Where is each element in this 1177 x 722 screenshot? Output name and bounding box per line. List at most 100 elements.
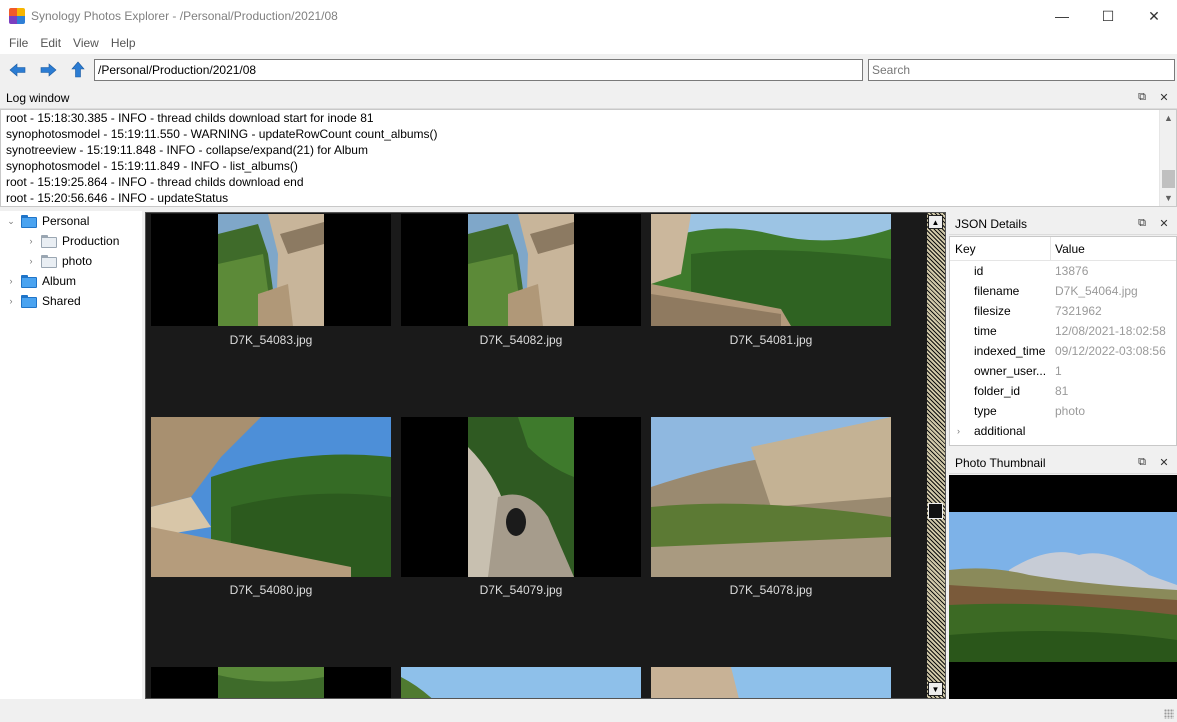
json-details-header: JSON Details ⧉ ✕ — [949, 213, 1177, 235]
menu-file[interactable]: File — [3, 36, 34, 50]
json-key: owner_user... — [974, 364, 1047, 378]
json-row[interactable]: id 13876 — [950, 261, 1176, 281]
log-scrollbar[interactable]: ▲ ▼ — [1159, 110, 1176, 206]
minimize-button[interactable]: — — [1039, 0, 1085, 32]
arrow-right-icon — [40, 63, 57, 77]
close-icon[interactable]: ✕ — [1157, 455, 1171, 469]
float-icon[interactable]: ⧉ — [1135, 455, 1149, 469]
json-key: indexed_time — [974, 344, 1046, 358]
json-row[interactable]: indexed_time 09/12/2022-03:08:56 — [950, 341, 1176, 361]
json-value: 81 — [1055, 384, 1069, 398]
scroll-up-icon[interactable]: ▲ — [928, 215, 943, 229]
scroll-thumb[interactable] — [1162, 170, 1175, 188]
photo-filename: D7K_54079.jpg — [479, 583, 563, 597]
chevron-right-icon[interactable]: › — [957, 426, 960, 436]
close-icon[interactable]: ✕ — [1157, 216, 1171, 230]
json-key: folder_id — [974, 384, 1021, 398]
photo-thumbnail[interactable] — [401, 667, 641, 698]
photo-image — [651, 417, 891, 577]
json-row[interactable]: › additional — [950, 421, 1176, 441]
forward-button[interactable] — [38, 60, 58, 80]
close-icon[interactable]: ✕ — [1157, 90, 1171, 104]
photo-thumbnail[interactable] — [651, 214, 891, 326]
photo-thumbnail[interactable] — [151, 214, 391, 326]
json-column-headers: Key Value — [950, 236, 1176, 261]
json-key: filesize — [974, 304, 1011, 318]
json-value: 7321962 — [1055, 304, 1102, 318]
tree-item-production[interactable]: › Production — [0, 231, 142, 251]
photo-filename: D7K_54082.jpg — [479, 333, 563, 347]
json-key: type — [974, 404, 997, 418]
back-button[interactable] — [8, 60, 28, 80]
menu-edit[interactable]: Edit — [34, 36, 67, 50]
gallery-scrollbar[interactable]: ▲ ▼ — [927, 213, 945, 698]
float-icon[interactable]: ⧉ — [1135, 216, 1149, 230]
window-title: Synology Photos Explorer - /Personal/Pro… — [31, 9, 338, 23]
toolbar — [0, 54, 1177, 86]
photo-image — [651, 214, 891, 326]
search-input[interactable] — [868, 59, 1175, 81]
column-header-value[interactable]: Value — [1051, 242, 1085, 256]
log-line: synotreeview - 15:19:11.848 - INFO - col… — [6, 143, 368, 157]
scroll-down-icon[interactable]: ▼ — [928, 682, 943, 696]
close-window-button[interactable]: ✕ — [1131, 0, 1177, 32]
json-details-title: JSON Details — [955, 216, 1028, 231]
scroll-up-icon[interactable]: ▲ — [1160, 110, 1176, 126]
title-bar: Synology Photos Explorer - /Personal/Pro… — [0, 0, 1177, 32]
photo-thumbnail-header: Photo Thumbnail ⧉ ✕ — [949, 452, 1177, 474]
tree-item-shared[interactable]: › Shared — [0, 291, 142, 311]
json-key: id — [974, 264, 984, 278]
scroll-down-icon[interactable]: ▼ — [1160, 190, 1176, 206]
json-row[interactable]: filename D7K_54064.jpg — [950, 281, 1176, 301]
tree-item-photo[interactable]: › photo — [0, 251, 142, 271]
json-row[interactable]: owner_user... 1 — [950, 361, 1176, 381]
json-details-table[interactable]: Key Value id 13876 filename D7K_54064.jpg … — [949, 236, 1177, 446]
tree-item-label: Production — [62, 234, 120, 248]
json-key: filename — [974, 284, 1020, 298]
photo-thumbnail[interactable] — [151, 417, 391, 577]
log-window-title: Log window — [6, 90, 70, 105]
float-icon[interactable]: ⧉ — [1135, 90, 1149, 104]
chevron-right-icon[interactable]: › — [5, 275, 17, 287]
photo-thumbnail[interactable] — [651, 667, 891, 698]
maximize-button[interactable]: ☐ — [1085, 0, 1131, 32]
photo-thumbnail[interactable] — [401, 417, 641, 577]
chevron-right-icon[interactable]: › — [25, 255, 37, 267]
menu-view[interactable]: View — [67, 36, 105, 50]
resize-grip-icon[interactable] — [1164, 709, 1174, 719]
photo-image — [218, 214, 324, 326]
json-row[interactable]: time 12/08/2021-18:02:58 — [950, 321, 1176, 341]
photo-gallery[interactable]: D7K_54083.jpg D7K_54082.jpg D7K_54081.jp… — [145, 212, 946, 699]
menu-help[interactable]: Help — [105, 36, 142, 50]
folder-icon — [21, 274, 37, 288]
tree-item-label: photo — [62, 254, 93, 268]
json-key: additional — [974, 424, 1026, 438]
photo-thumbnail[interactable] — [401, 214, 641, 326]
chevron-right-icon[interactable]: › — [5, 295, 17, 307]
photo-thumbnail[interactable] — [151, 667, 391, 698]
json-key: time — [974, 324, 997, 338]
status-bar — [0, 700, 1177, 722]
chevron-down-icon[interactable]: ⌄ — [5, 215, 17, 227]
photo-image — [468, 417, 574, 577]
tree-item-album[interactable]: › Album — [0, 271, 142, 291]
tree-item-label: Album — [42, 274, 77, 288]
json-value: 09/12/2022-03:08:56 — [1055, 344, 1166, 358]
json-value: photo — [1055, 404, 1086, 418]
tree-item-personal[interactable]: ⌄ Personal — [0, 211, 142, 231]
column-header-key[interactable]: Key — [950, 236, 1051, 261]
path-input[interactable] — [94, 59, 863, 81]
close-icon: ✕ — [1148, 7, 1160, 24]
photo-image — [651, 667, 891, 698]
json-row[interactable]: type photo — [950, 401, 1176, 421]
log-window[interactable]: root - 15:18:30.385 - INFO - thread chil… — [0, 109, 1177, 207]
tree-item-label: Shared — [42, 294, 81, 308]
up-button[interactable] — [68, 60, 88, 80]
json-row[interactable]: folder_id 81 — [950, 381, 1176, 401]
scroll-thumb[interactable] — [928, 503, 943, 519]
json-row[interactable]: filesize 7321962 — [950, 301, 1176, 321]
chevron-right-icon[interactable]: › — [25, 235, 37, 247]
photo-thumbnail[interactable] — [651, 417, 891, 577]
json-value: D7K_54064.jpg — [1055, 284, 1138, 298]
photo-thumbnail-preview — [949, 475, 1177, 699]
